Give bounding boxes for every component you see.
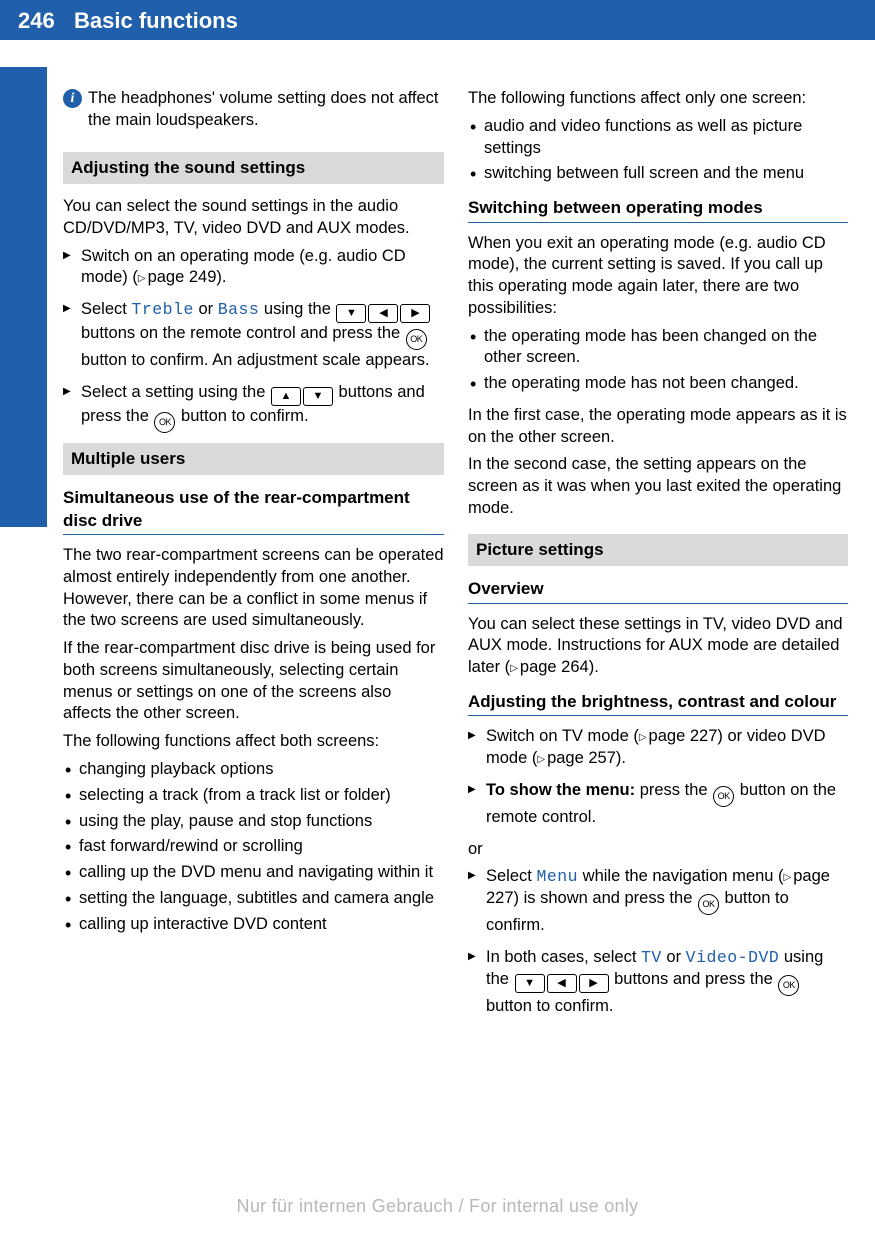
subheading: Simultaneous use of the rear-compartment…	[63, 487, 444, 532]
ok-button-icon: OK	[698, 894, 719, 915]
paragraph: If the rear-compartment disc drive is be…	[63, 638, 444, 725]
page-ref: page 227	[639, 727, 718, 745]
paragraph: In the second case, the setting appears …	[468, 454, 848, 519]
list-item: changing playback options	[63, 759, 444, 781]
subheading: Adjusting the brightness, contrast and c…	[468, 691, 848, 713]
content-area: i The headphones' volume setting does no…	[63, 88, 849, 1027]
info-note-text: The headphones' volume setting does not …	[82, 88, 444, 132]
ok-button-icon: OK	[406, 329, 427, 350]
section-heading-multiple: Multiple users	[63, 443, 444, 475]
subheading-rule	[63, 534, 444, 535]
page-ref: page 249	[138, 268, 217, 286]
down-button-icon: ▼	[303, 387, 333, 406]
paragraph: The following functions affect only one …	[468, 88, 848, 110]
subheading-rule	[468, 603, 848, 604]
page-header: 246 Basic functions	[0, 0, 875, 40]
step-text: or	[662, 948, 686, 966]
step-text: button to confirm.	[486, 997, 613, 1015]
step-item: To show the menu: press the OK button on…	[468, 780, 848, 829]
step-item: Select a setting using the ▲▼ buttons an…	[63, 382, 444, 433]
menu-term: Treble	[131, 300, 193, 319]
list-item: the operating mode has not been changed.	[468, 373, 848, 395]
step-text: using the	[259, 300, 335, 318]
column-right: The following functions affect only one …	[468, 88, 848, 1027]
or-separator: or	[468, 839, 848, 861]
right-button-icon: ▶	[400, 304, 430, 323]
subheading: Overview	[468, 578, 848, 600]
step-text: buttons and press the	[610, 970, 778, 988]
step-text: or	[194, 300, 218, 318]
list-item: selecting a track (from a track list or …	[63, 785, 444, 807]
subheading-rule	[468, 715, 848, 716]
paragraph: In the first case, the operating mode ap…	[468, 405, 848, 449]
page-ref: page 257	[537, 749, 616, 767]
step-list: Switch on TV mode (page 227) or video DV…	[468, 726, 848, 828]
menu-term: TV	[641, 948, 662, 967]
step-text: Select	[486, 867, 536, 885]
list-item: audio and video functions as well as pic…	[468, 116, 848, 160]
ok-button-icon: OK	[154, 412, 175, 433]
paragraph: The two rear-compartment screens can be …	[63, 545, 444, 632]
step-list: Switch on an operating mode (e.g. audio …	[63, 246, 444, 433]
list-item: setting the language, subtitles and came…	[63, 888, 444, 910]
list-item: the operating mode has been changed on t…	[468, 326, 848, 370]
step-text: Select a setting using the	[81, 383, 270, 401]
step-text: button to confirm. An adjustment scale a…	[81, 351, 430, 369]
subheading: Switching between operating modes	[468, 197, 848, 219]
menu-term: Bass	[218, 300, 260, 319]
up-button-icon: ▲	[271, 387, 301, 406]
page-number: 246	[18, 6, 55, 35]
paragraph-text: ).	[589, 658, 599, 676]
step-list: Select Menu while the navigation menu (p…	[468, 866, 848, 1017]
down-button-icon: ▼	[515, 974, 545, 993]
step-text: In both cases, select	[486, 948, 641, 966]
bullet-list: the operating mode has been changed on t…	[468, 326, 848, 395]
menu-term: Video-DVD	[686, 948, 780, 967]
step-text: Switch on TV mode (	[486, 727, 639, 745]
list-item: fast forward/rewind or scrolling	[63, 836, 444, 858]
step-item: Select Menu while the navigation menu (p…	[468, 866, 848, 937]
step-text: ) is shown and press the	[514, 889, 697, 907]
info-icon: i	[63, 89, 82, 108]
column-left: i The headphones' volume setting does no…	[63, 88, 444, 1027]
list-item: using the play, pause and stop functions	[63, 811, 444, 833]
step-text: while the navigation menu (	[578, 867, 783, 885]
step-text: ).	[616, 749, 626, 767]
step-text: Select	[81, 300, 131, 318]
down-button-icon: ▼	[336, 304, 366, 323]
side-tab-label: Rear Seat Entertainment System	[10, 139, 43, 525]
ok-button-icon: OK	[778, 975, 799, 996]
step-item: In both cases, select TV or Video-DVD us…	[468, 947, 848, 1018]
step-bold: To show the menu:	[486, 781, 635, 799]
step-item: Switch on an operating mode (e.g. audio …	[63, 246, 444, 290]
page-title: Basic functions	[74, 6, 238, 35]
paragraph: When you exit an operating mode (e.g. au…	[468, 233, 848, 320]
list-item: calling up interactive DVD content	[63, 914, 444, 936]
step-text: button to confirm.	[176, 407, 308, 425]
step-text: Switch on an operating mode (e.g. audio …	[81, 247, 406, 287]
bullet-list: changing playback options selecting a tr…	[63, 759, 444, 935]
section-heading-sound: Adjusting the sound settings	[63, 152, 444, 184]
paragraph: You can select these settings in TV, vid…	[468, 614, 848, 679]
paragraph: The following functions affect both scre…	[63, 731, 444, 753]
list-item: switching between full screen and the me…	[468, 163, 848, 185]
list-item: calling up the DVD menu and navigating w…	[63, 862, 444, 884]
bullet-list: audio and video functions as well as pic…	[468, 116, 848, 185]
step-text: ).	[216, 268, 226, 286]
ok-button-icon: OK	[713, 786, 734, 807]
menu-term: Menu	[536, 867, 578, 886]
footer-watermark: Nur für internen Gebrauch / For internal…	[0, 1195, 875, 1219]
step-item: Switch on TV mode (page 227) or video DV…	[468, 726, 848, 770]
step-text: buttons on the remote control and press …	[81, 324, 405, 342]
right-button-icon: ▶	[579, 974, 609, 993]
subheading-rule	[468, 222, 848, 223]
step-item: Select Treble or Bass using the ▼◀▶ butt…	[63, 299, 444, 372]
info-note: i The headphones' volume setting does no…	[63, 88, 444, 132]
left-button-icon: ◀	[547, 974, 577, 993]
step-text: press the	[635, 781, 712, 799]
paragraph: You can select the sound settings in the…	[63, 196, 444, 240]
section-heading-picture: Picture settings	[468, 534, 848, 566]
left-button-icon: ◀	[368, 304, 398, 323]
page-ref: page 264	[510, 658, 589, 676]
